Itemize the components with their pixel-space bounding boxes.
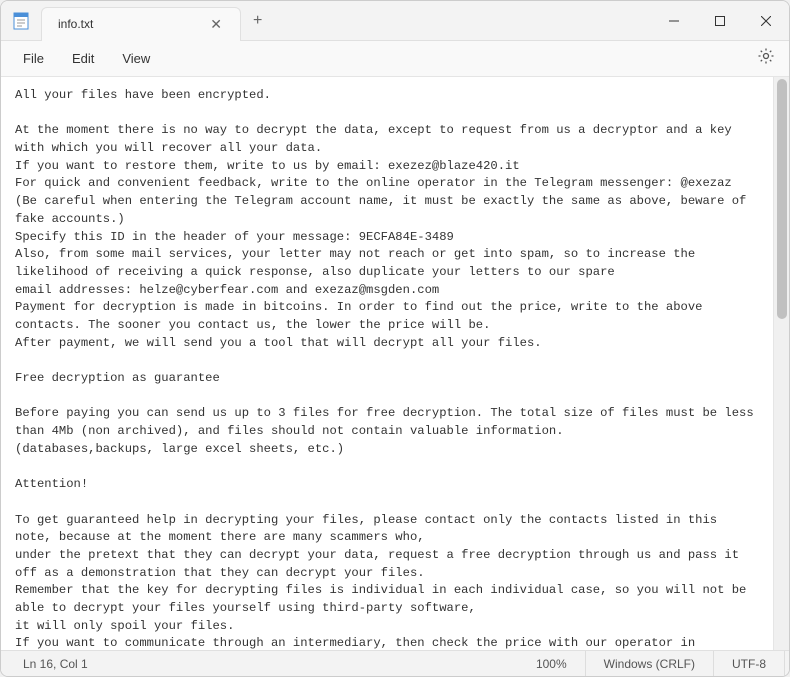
menu-file[interactable]: File <box>9 45 58 72</box>
status-position[interactable]: Ln 16, Col 1 <box>5 651 106 676</box>
minimize-button[interactable] <box>651 1 697 40</box>
scroll-thumb[interactable] <box>777 79 787 319</box>
vertical-scrollbar[interactable] <box>773 77 789 650</box>
close-icon <box>761 16 771 26</box>
maximize-icon <box>715 16 725 26</box>
tab-title: info.txt <box>58 17 204 31</box>
titlebar: info.txt ✕ + <box>1 1 789 41</box>
statusbar: Ln 16, Col 1 100% Windows (CRLF) UTF-8 <box>1 650 789 676</box>
tab[interactable]: info.txt ✕ <box>41 7 241 41</box>
app-icon <box>1 12 41 30</box>
status-line-ending[interactable]: Windows (CRLF) <box>586 651 714 676</box>
status-zoom[interactable]: 100% <box>518 651 586 676</box>
window-controls <box>651 1 789 40</box>
menubar: File Edit View <box>1 41 789 77</box>
close-button[interactable] <box>743 1 789 40</box>
gear-icon <box>757 47 775 65</box>
notepad-window: info.txt ✕ + File Edit View <box>0 0 790 677</box>
text-content[interactable]: All your files have been encrypted. At t… <box>1 77 773 650</box>
status-encoding[interactable]: UTF-8 <box>714 651 785 676</box>
minimize-icon <box>669 16 679 26</box>
settings-button[interactable] <box>751 41 781 76</box>
tab-close-button[interactable]: ✕ <box>204 14 228 35</box>
menu-edit[interactable]: Edit <box>58 45 108 72</box>
maximize-button[interactable] <box>697 1 743 40</box>
editor-area: All your files have been encrypted. At t… <box>1 77 789 650</box>
menu-view[interactable]: View <box>108 45 164 72</box>
new-tab-button[interactable]: + <box>241 12 274 30</box>
